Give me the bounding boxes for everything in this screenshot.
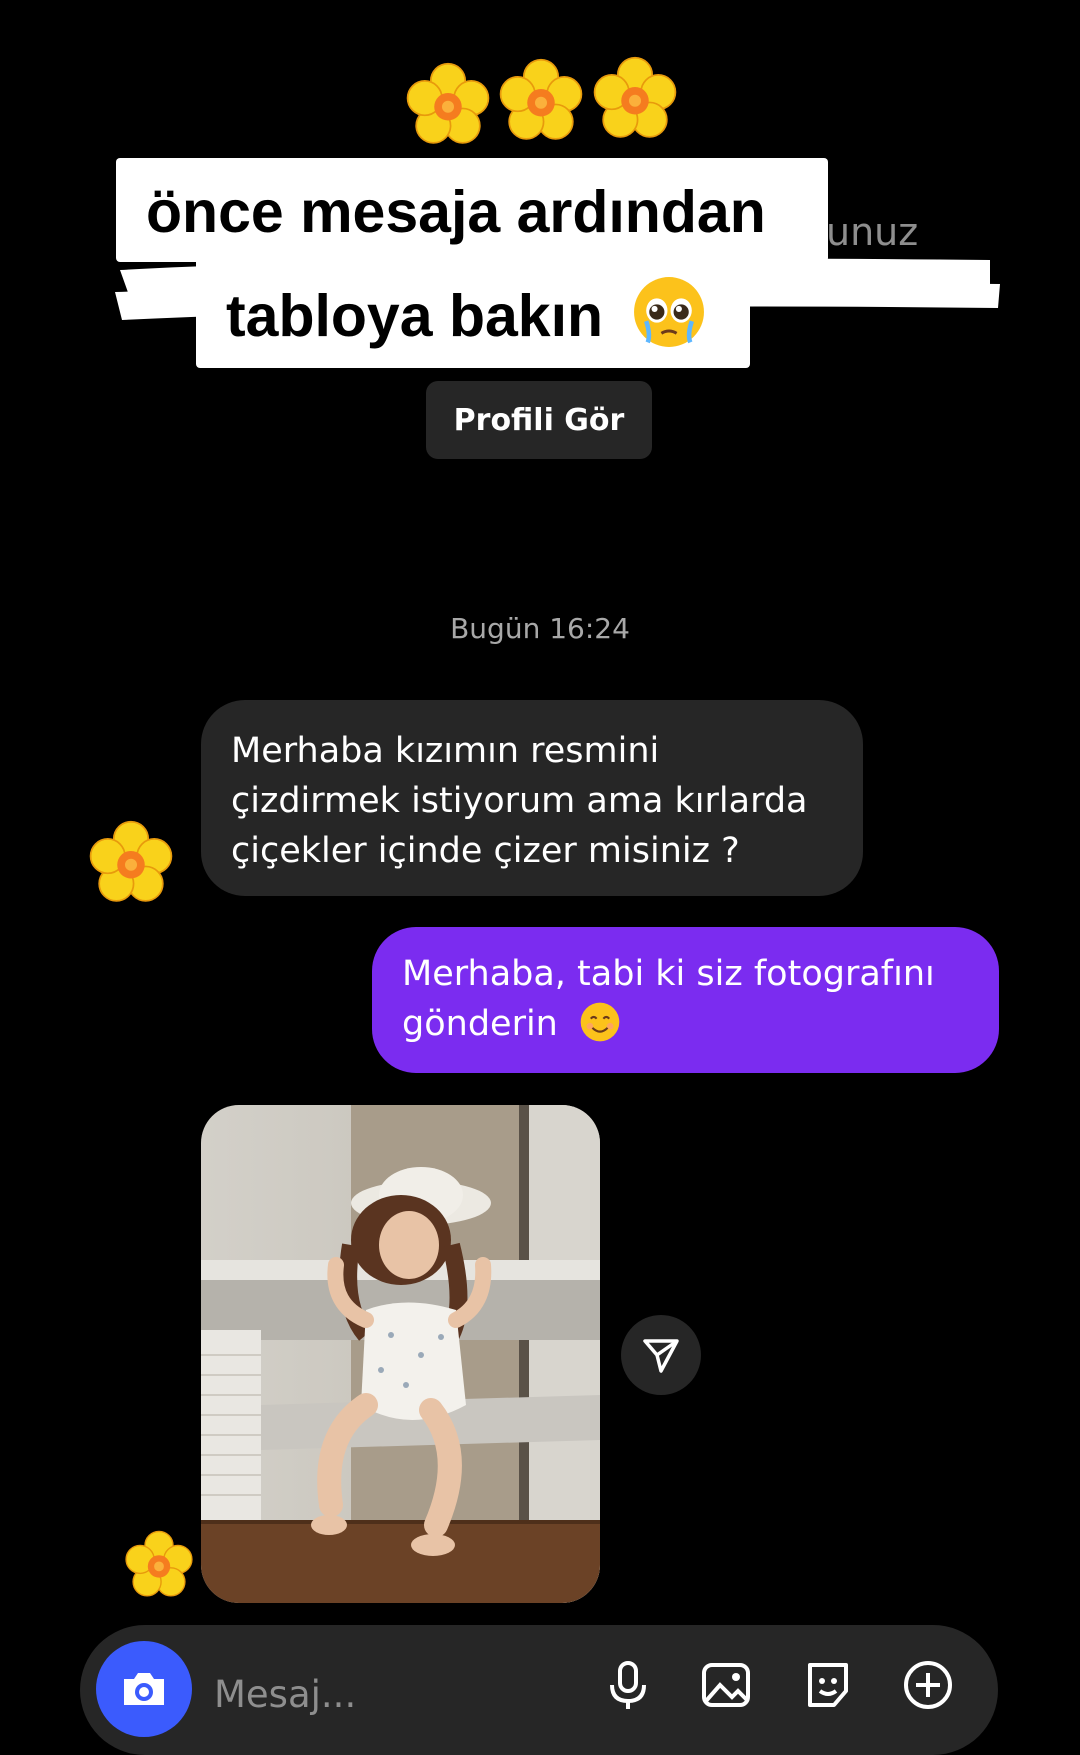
plus-icon[interactable]: [900, 1657, 956, 1713]
flower-emoji-icon: [592, 56, 678, 142]
sender-avatar-flower-icon: [124, 1530, 194, 1600]
camera-icon: [124, 1673, 164, 1705]
share-icon: [643, 1339, 679, 1373]
incoming-message-bubble[interactable]: Merhaba kızımın resmini çizdirmek istiyo…: [201, 700, 863, 896]
message-line: çiçekler içinde çizer misiniz ?: [231, 831, 740, 871]
sticker-icon[interactable]: [800, 1657, 856, 1713]
sender-avatar-flower-icon: [88, 820, 174, 906]
gallery-icon[interactable]: [698, 1657, 754, 1713]
message-timestamp: Bugün 16:24: [450, 612, 630, 645]
flower-emoji-icon: [405, 62, 491, 148]
message-line: çizdirmek istiyorum ama kırlarda: [231, 781, 808, 821]
caption-line-1: önce mesaja ardından: [116, 158, 828, 262]
caption-text-2: tabloya bakın: [226, 283, 604, 349]
flower-emoji-icon: [498, 58, 584, 144]
view-profile-button[interactable]: Profili Gör: [426, 381, 652, 459]
caption-line-2: tabloya bakın: [196, 250, 750, 368]
message-composer: [80, 1625, 998, 1755]
message-line: Merhaba kızımın resmini: [231, 731, 660, 771]
pleading-face-emoji-icon: [631, 274, 707, 350]
outgoing-message-bubble[interactable]: Merhaba, tabi ki siz fotografını gönderi…: [372, 927, 999, 1073]
caption-text-1: önce mesaja ardından: [146, 179, 766, 245]
message-line: gönderin: [402, 1004, 558, 1044]
message-input[interactable]: [212, 1663, 596, 1725]
photo-message[interactable]: [201, 1105, 600, 1603]
message-line: Merhaba, tabi ki siz fotografını: [402, 954, 935, 994]
smiling-face-emoji-icon: [579, 1001, 621, 1043]
microphone-icon[interactable]: [600, 1657, 656, 1713]
share-photo-button[interactable]: [621, 1315, 701, 1395]
camera-button[interactable]: [96, 1641, 192, 1737]
